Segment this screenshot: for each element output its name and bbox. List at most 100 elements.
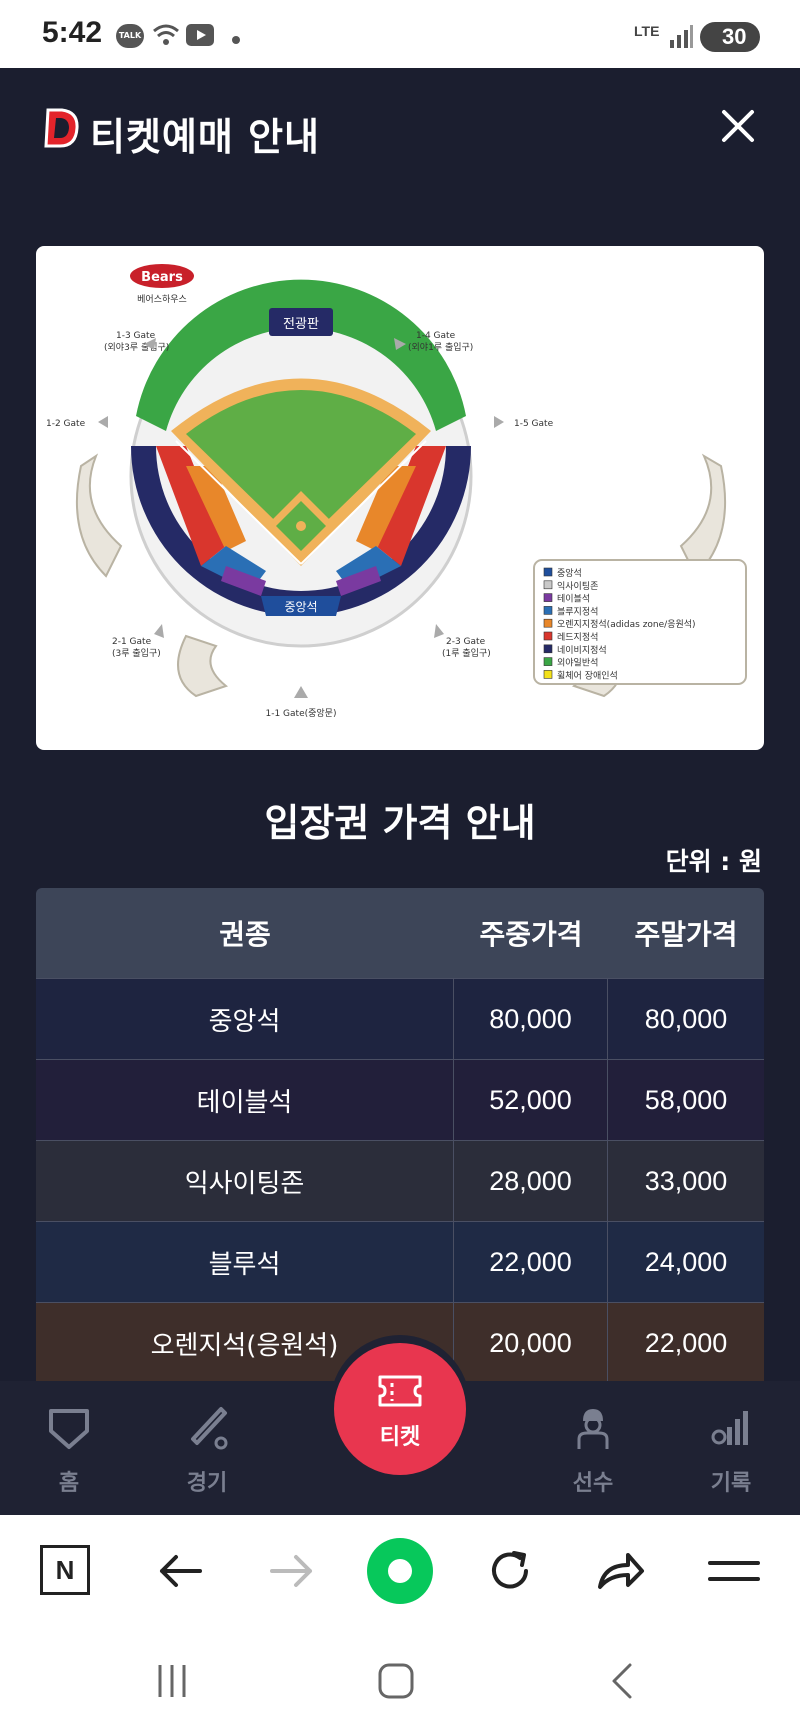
status-time: 5:42	[42, 16, 103, 49]
header: 티켓예매 안내	[0, 68, 800, 188]
price-row-weekday: 52,000	[454, 1060, 608, 1140]
price-row: 익사이팅존 28,000 33,000	[36, 1140, 764, 1221]
nav-home[interactable]: 홈	[14, 1381, 124, 1515]
gate-2-1-sub: (3루 출입구)	[112, 647, 161, 659]
gate-2-3-sub: (1루 출입구)	[442, 647, 491, 659]
price-row-weekday: 28,000	[454, 1141, 608, 1221]
back-icon[interactable]	[600, 1659, 644, 1703]
price-row-weekday: 80,000	[454, 979, 608, 1059]
price-table: 권종 주중가격 주말가격 중앙석 80,000 80,000 테이블석 52,000 58…	[36, 888, 764, 1383]
legend-label: 레드지정석	[557, 632, 598, 643]
recent-apps-icon[interactable]	[150, 1659, 194, 1703]
price-row-weekend: 80,000	[644, 1003, 728, 1034]
price-row-type: 블루석	[36, 1222, 454, 1302]
price-row: 중앙석 80,000 80,000	[36, 978, 764, 1059]
price-row: 테이블석 52,000 58,000	[36, 1059, 764, 1140]
scoreboard-label: 전광판	[283, 317, 319, 332]
forward-arrow-icon[interactable]	[262, 1541, 322, 1601]
nav-players[interactable]: 선수	[538, 1381, 648, 1515]
stadium-seat-map: 전광판 중앙석 Bears 베어스하우스 1-3 Gate (외야3루 출입구)…	[36, 246, 764, 750]
legend-swatch	[543, 631, 553, 641]
price-row-type: 익사이팅존	[36, 1141, 454, 1221]
price-rows: 중앙석 80,000 80,000 테이블석 52,000 58,000 익사이팅존 28,0…	[36, 978, 764, 1383]
gate-1-1: 1-1 Gate(중앙문)	[266, 707, 337, 719]
price-row-weekend: 22,000	[644, 1327, 728, 1358]
legend-label: 테이블석	[557, 594, 590, 605]
header-weekend-price: 주말가격	[634, 918, 738, 951]
gate-1-2-arrow-icon	[98, 416, 108, 428]
price-row-weekend: 33,000	[644, 1165, 728, 1196]
browser-toolbar: N	[0, 1515, 800, 1627]
menu-icon[interactable]	[704, 1541, 764, 1601]
legend-swatch	[543, 580, 553, 590]
legend-swatch	[543, 567, 553, 577]
price-table-header: 권종 주중가격 주말가격	[36, 888, 764, 978]
signal-icon	[670, 25, 693, 48]
price-section-title: 입장권 가격 안내	[264, 801, 536, 845]
nav-players-label: 선수	[572, 1471, 614, 1496]
legend-swatch	[543, 606, 553, 615]
price-row-weekend: 58,000	[644, 1084, 728, 1115]
legend-label: 오렌지지정석(adidas zone/응원석)	[557, 619, 696, 630]
gate-2-1-arrow-icon	[154, 624, 164, 638]
back-arrow-icon[interactable]	[150, 1541, 210, 1601]
bat-icon	[191, 1407, 228, 1450]
notification-dot-icon	[232, 36, 240, 44]
nav-home-label: 홈	[58, 1471, 80, 1496]
gate-1-3-sub: (외야3루 출입구)	[104, 341, 169, 353]
gate-1-2: 1-2 Gate	[46, 419, 86, 429]
naver-home-button[interactable]: N	[40, 1545, 90, 1595]
price-row-weekday: 20,000	[454, 1303, 608, 1383]
wifi-icon	[153, 24, 179, 45]
price-row-type: 테이블석	[36, 1060, 454, 1140]
ticket-icon	[378, 1375, 422, 1407]
legend-label: 블루지정석	[557, 606, 598, 617]
home-icon[interactable]	[374, 1659, 418, 1703]
legend-swatch	[543, 644, 553, 654]
legend-label: 외야일반석	[557, 657, 598, 669]
header-weekday-price: 주중가격	[479, 918, 583, 951]
price-row-weekday: 22,000	[454, 1222, 608, 1302]
nav-games[interactable]: 경기	[152, 1381, 262, 1515]
battery-icon: 30	[700, 22, 760, 52]
ticket-button[interactable]: 티켓	[334, 1343, 466, 1475]
gate-2-3-arrow-icon	[434, 624, 444, 638]
player-icon	[577, 1409, 609, 1449]
android-nav-bar	[0, 1627, 800, 1733]
stats-chart-icon	[711, 1411, 748, 1445]
legend-swatch	[543, 593, 553, 602]
home-plate-icon	[49, 1409, 89, 1449]
naver-green-dot-button[interactable]	[367, 1538, 433, 1604]
bears-house-label: 베어스하우스	[137, 294, 187, 305]
gate-2-1: 2-1 Gate	[112, 637, 152, 647]
status-bar: 5:42 TALK LTE 30	[0, 0, 800, 68]
price-row-weekend: 24,000	[644, 1246, 728, 1277]
bears-logo: Bears	[141, 270, 183, 285]
doosan-logo-icon	[44, 108, 79, 148]
gate-1-5: 1-5 Gate	[514, 419, 554, 429]
kakaotalk-icon: TALK	[116, 24, 144, 48]
gate-1-4: 1-4 Gate	[416, 331, 456, 341]
nav-records-label: 기록	[710, 1471, 752, 1496]
center-seat-label: 중앙석	[284, 600, 317, 614]
legend-swatch	[543, 618, 553, 628]
nav-games-label: 경기	[186, 1471, 228, 1496]
stadium-map-graphic: 전광판 중앙석 Bears 베어스하우스 1-3 Gate (외야3루 출입구)…	[46, 264, 747, 719]
legend-swatch	[543, 670, 553, 679]
refresh-icon[interactable]	[480, 1541, 540, 1601]
gate-1-3: 1-3 Gate	[116, 331, 156, 341]
nav-records[interactable]: 기록	[676, 1381, 786, 1515]
ticket-button-label: 티켓	[379, 1425, 421, 1450]
close-icon[interactable]	[718, 106, 758, 146]
price-unit-label: 단위 : 원	[665, 847, 762, 876]
share-icon[interactable]	[590, 1541, 650, 1601]
gate-2-3: 2-3 Gate	[446, 637, 486, 647]
lte-indicator: LTE	[634, 23, 660, 39]
battery-level: 30	[722, 24, 747, 49]
header-ticket-type: 권종	[219, 918, 271, 951]
legend-label: 중앙석	[557, 567, 582, 579]
gate-1-1-arrow-icon	[294, 686, 308, 698]
legend-swatch	[543, 657, 553, 666]
youtube-icon	[186, 24, 214, 46]
gate-1-4-sub: (외야1루 출입구)	[408, 341, 473, 353]
